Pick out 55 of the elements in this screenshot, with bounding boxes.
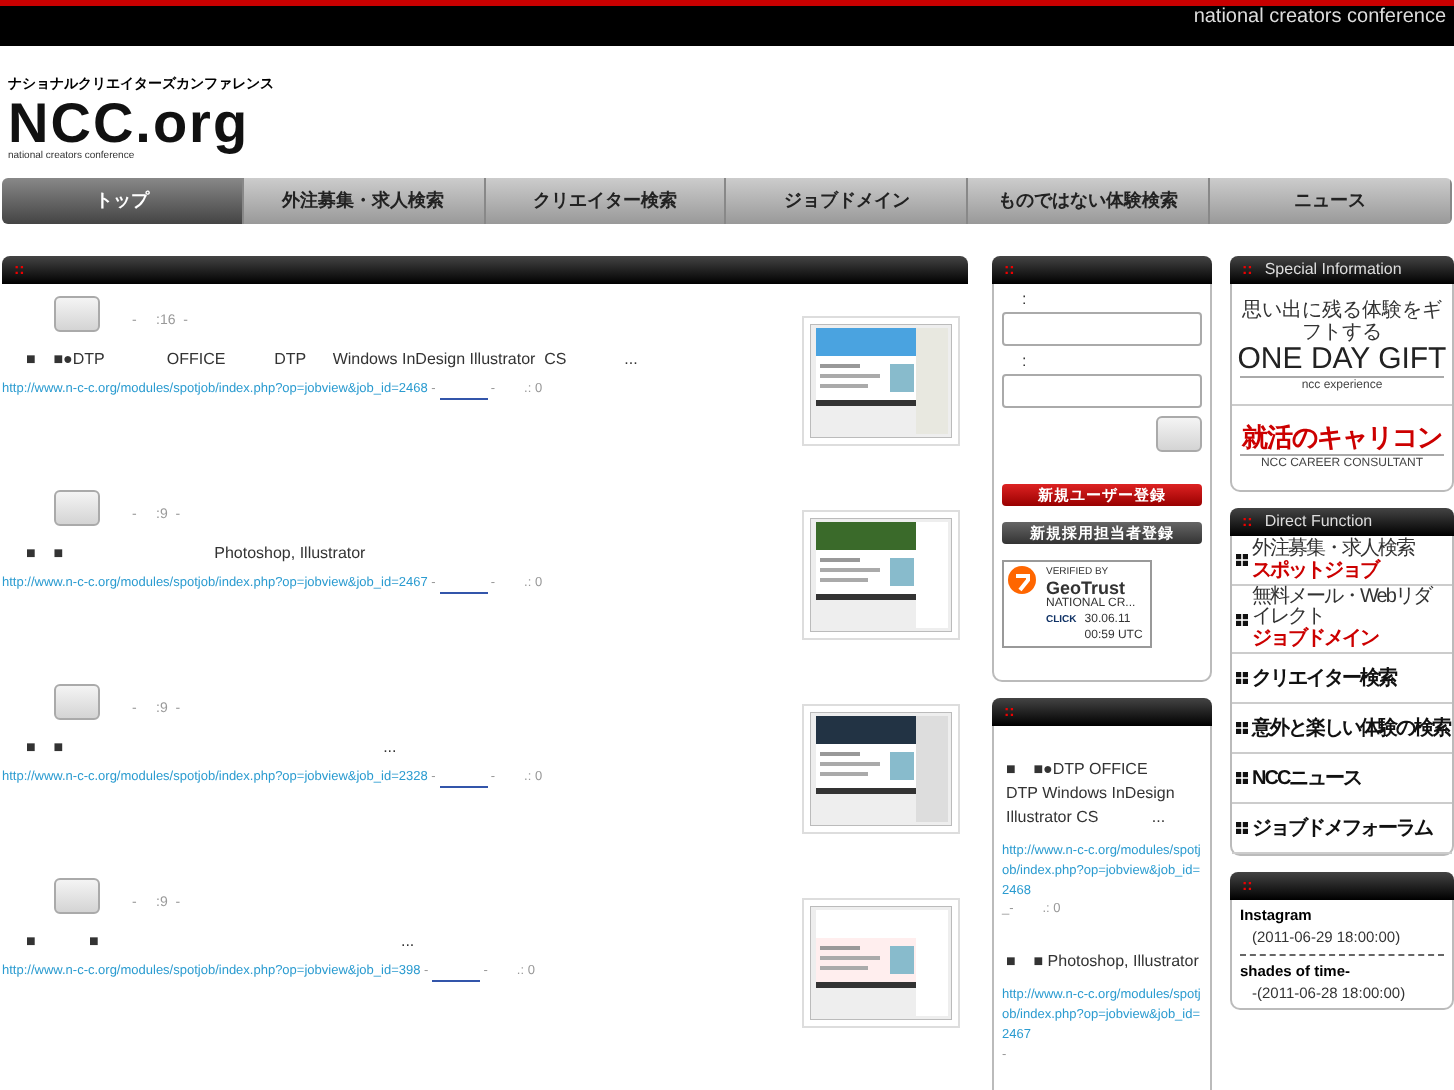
input-field[interactable] [1002,374,1202,408]
description: ■ ■●DTP OFFICE DTP Windows InDesign Illustrator CS ... [1004,758,1177,830]
direct-link[interactable]: 意外と楽しい体験の検索 [1232,704,1452,754]
direct-link[interactable]: クリエイター検索 [1232,654,1452,704]
header-icon: :: [1242,508,1253,536]
link-label: スポットジョブ [1252,559,1382,581]
grid-icon [1236,613,1248,625]
description: ■ ■●DTP OFFICE DTP Windows InDesign Illustrator CS ... [26,348,640,372]
action-button[interactable] [1156,416,1202,452]
field-label: : [1020,288,1029,312]
header-icon: :: [1004,698,1015,726]
brand-text: national creators conference [1193,6,1446,30]
nav-tab[interactable]: ニュース [1210,178,1452,224]
action-button[interactable] [54,878,100,914]
link-label: ジョブドメイン [1252,628,1381,650]
banner-title: 就活のキャリコン [1239,422,1444,454]
direct-link[interactable]: ジョブドメフォーラム [1232,804,1452,854]
grid-icon [1236,822,1248,834]
grid-icon [1236,554,1248,566]
link-label: クリエイター検索 [1252,667,1396,689]
input-field[interactable] [1002,312,1202,346]
direct-link[interactable]: NCCニュース [1232,754,1452,804]
description: ■ ■ ... [26,930,417,954]
banner-caption: 思い出に残る体験をギフトする [1240,300,1444,344]
nav-tab[interactable]: ものではない体験検索 [968,178,1211,224]
direct-link[interactable]: 外注募集・求人検索 スポットジョブ [1232,536,1452,586]
nav-tab[interactable]: 外注募集・求人検索 [243,178,486,224]
direct-link[interactable]: 無料メール・Webリダイレクト ジョブドメイン [1232,586,1452,654]
grid-icon [1236,772,1248,784]
action-button[interactable] [54,296,100,332]
panel-title: Direct Function [1264,510,1373,534]
link-label: NCCニュース [1252,767,1362,789]
link-label: ジョブドメフォーラム [1252,817,1432,839]
header-icon: :: [1004,256,1015,284]
seal-brand: GeoTrust [1046,580,1126,596]
link-caption: 無料メール・Webリダイレクト [1252,588,1434,628]
header-icon: :: [14,256,25,284]
logo-wordmark: NCC.org [8,97,250,149]
panel-title: Special Information [1264,258,1402,282]
header-icon: :: [1242,872,1253,900]
action-button[interactable] [54,684,100,720]
description: ■ ■ Photoshop, Illustrator [26,542,368,566]
grid-icon [1236,672,1248,684]
description: ■ ■ Photoshop, Illustrator [1004,950,1201,975]
nav-tab[interactable]: ジョブドメイン [726,178,969,224]
link-caption: 外注募集・求人検索 [1252,539,1414,559]
header-icon: :: [1242,256,1253,284]
nav-tab[interactable]: トップ [2,178,244,224]
grid-icon [1236,722,1248,734]
nav-tab[interactable]: クリエイター検索 [485,178,727,224]
action-button[interactable] [54,490,100,526]
field-label: : [1020,350,1029,374]
link-label: 意外と楽しい体験の検索 [1252,717,1450,739]
banner-title: ONE DAY GIFT [1235,344,1449,376]
description: ■ ■ ... [26,736,399,760]
